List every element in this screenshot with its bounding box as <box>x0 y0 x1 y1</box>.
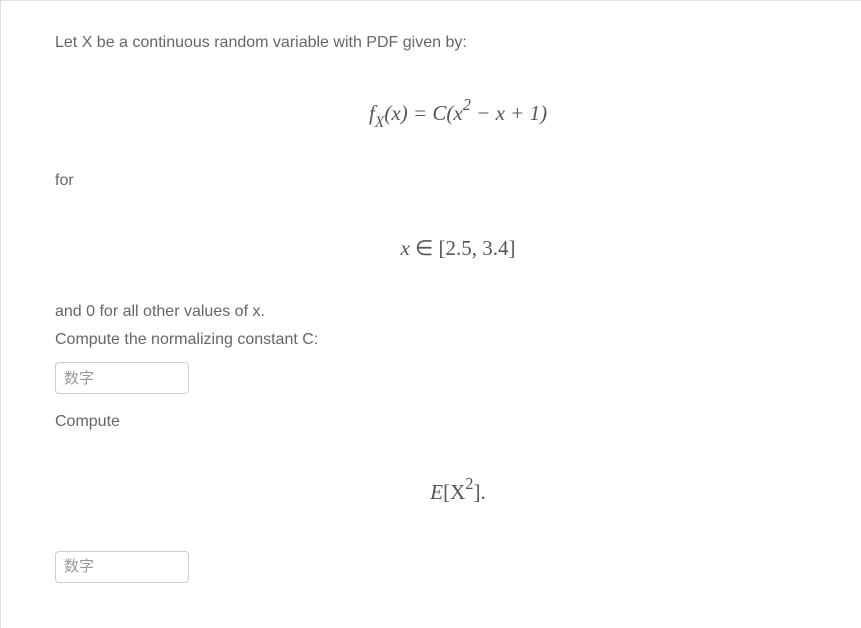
compute-text: Compute <box>55 410 861 434</box>
expectation-sup: 2 <box>465 474 473 493</box>
pdf-formula: fX(x) = C(x2 − x + 1) <box>55 59 861 169</box>
question-container: Let X be a continuous random variable wi… <box>0 0 861 628</box>
domain-interval: x ∈ [2.5, 3.4] <box>400 236 515 260</box>
formula-sub-x: X <box>375 114 385 131</box>
expectation-formula: E[X2]. <box>55 438 861 545</box>
compute-c-text: Compute the normalizing constant C: <box>55 328 861 352</box>
constant-c-input[interactable] <box>55 362 189 394</box>
and-zero-text: and 0 for all other values of x. <box>55 300 861 324</box>
for-text: for <box>55 169 861 193</box>
formula-f: f <box>369 101 375 125</box>
domain-formula: x ∈ [2.5, 3.4] <box>55 197 861 301</box>
formula-rest: − x + 1) <box>471 101 547 125</box>
expectation-input[interactable] <box>55 551 189 583</box>
expectation-e: E <box>430 480 443 504</box>
formula-open: (x) = C(x <box>384 101 462 125</box>
formula-sup-2: 2 <box>463 95 471 114</box>
expectation-close: ]. <box>473 480 485 504</box>
intro-text: Let X be a continuous random variable wi… <box>55 31 861 55</box>
expectation-open: [X <box>443 480 465 504</box>
